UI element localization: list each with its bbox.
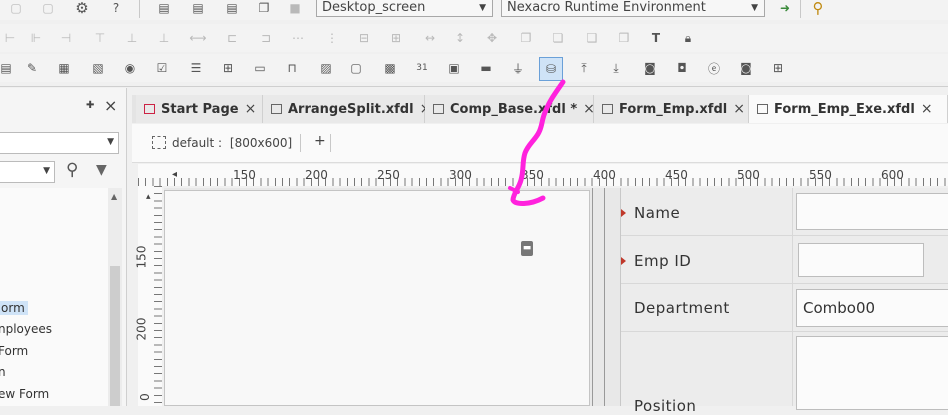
annotation-stroke: [510, 79, 566, 206]
annotation-arrow: [508, 79, 566, 206]
